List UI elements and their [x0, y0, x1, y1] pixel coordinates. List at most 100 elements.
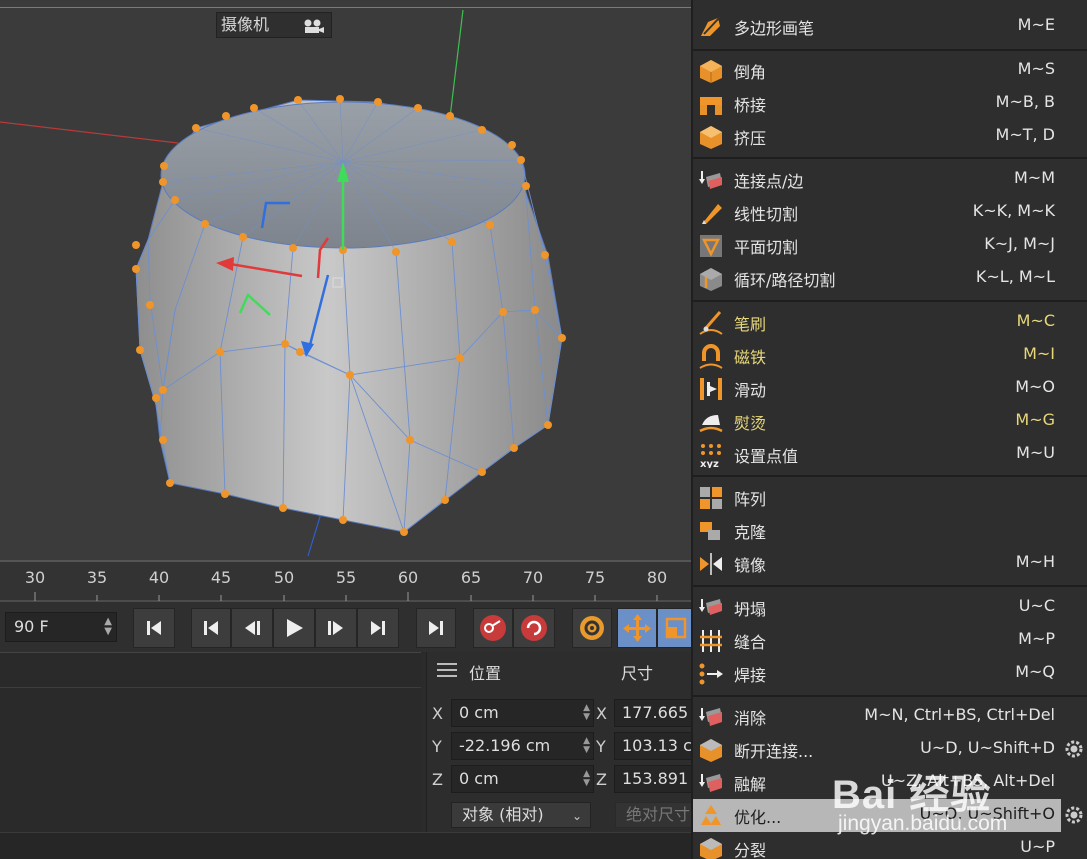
- menu-item-dissolve[interactable]: 消除 M~N, Ctrl+BS, Ctrl+Del: [693, 700, 1061, 733]
- menu-item-label: 镜像: [734, 556, 767, 575]
- position-x-field[interactable]: 0 cm ▲ ▼: [451, 699, 594, 727]
- menu-item-loop-path-cut[interactable]: 循环/路径切割 K~L, M~L: [693, 262, 1061, 295]
- current-frame-field[interactable]: 90 F ▲ ▼: [5, 612, 117, 642]
- melt-icon: [699, 774, 722, 792]
- menu-item-shortcut: U~D, U~Shift+D: [920, 738, 1055, 757]
- go-to-end-button[interactable]: [416, 608, 456, 648]
- frame-spinner-icon[interactable]: ▲ ▼: [104, 617, 112, 637]
- menu-item-polygon-pen[interactable]: 多边形画笔 M~E: [693, 10, 1061, 43]
- menu-item-label: 消除: [734, 709, 767, 728]
- go-to-start-button[interactable]: [133, 608, 175, 648]
- absolute-size-select[interactable]: 绝对尺寸: [615, 802, 695, 828]
- menu-item-slide[interactable]: 滑动 M~O: [693, 372, 1061, 405]
- menu-item-shortcut: M~U: [1016, 443, 1055, 462]
- status-bar: [0, 832, 693, 859]
- camera-menu[interactable]: 摄像机: [216, 12, 332, 38]
- bridge-icon: [700, 97, 722, 115]
- size-y-field[interactable]: 103.13 cm: [614, 732, 694, 760]
- menu-item-iron[interactable]: 熨烫 M~G: [693, 405, 1061, 438]
- menu-item-weld[interactable]: 焊接 M~Q: [693, 657, 1061, 690]
- 3d-viewport[interactable]: 摄像机: [0, 0, 693, 560]
- menu-item-plane-cut[interactable]: 平面切割 K~J, M~J: [693, 229, 1061, 262]
- menu-item-clone[interactable]: 克隆: [693, 514, 1061, 547]
- menu-item-label: 缝合: [734, 633, 767, 652]
- menu-item-stitch[interactable]: 缝合 M~P: [693, 624, 1061, 657]
- auto-key-button[interactable]: [513, 608, 555, 648]
- size-z-value: 153.891: [622, 769, 689, 788]
- timeline-ticks: [0, 592, 693, 602]
- viewport-scene[interactable]: [0, 0, 693, 560]
- timeline-label: 50: [273, 568, 295, 587]
- mesh-object[interactable]: [132, 95, 566, 536]
- position-y-field[interactable]: -22.196 cm ▲ ▼: [451, 732, 594, 760]
- menu-item-label: 阵列: [734, 490, 767, 509]
- menu-item-label: 设置点值: [734, 447, 799, 466]
- menu-item-shortcut: M~H: [1015, 552, 1055, 571]
- spinner-icon[interactable]: ▲ ▼: [583, 737, 590, 755]
- menu-item-connect-points-edges[interactable]: 连接点/边 M~M: [693, 163, 1061, 196]
- size-x-field[interactable]: 177.665: [614, 699, 694, 727]
- spinner-icon[interactable]: ▲ ▼: [583, 770, 590, 788]
- menu-item-array[interactable]: 阵列: [693, 481, 1061, 514]
- size-z-axis-label: Z: [596, 770, 607, 789]
- size-z-field[interactable]: 153.891: [614, 765, 694, 793]
- menu-item-label: 分裂: [734, 841, 767, 859]
- split-icon: [700, 838, 722, 859]
- timeline-ruler[interactable]: 30 35 40 45 50 55 60 65 70 75 80: [0, 560, 693, 602]
- timeline-label: 45: [210, 568, 232, 587]
- position-z-field[interactable]: 0 cm ▲ ▼: [451, 765, 594, 793]
- menu-item-bridge[interactable]: 桥接 M~B, B: [693, 87, 1061, 120]
- menu-item-label: 坍塌: [734, 600, 767, 619]
- camera-icon: [304, 19, 324, 33]
- menu-item-label: 滑动: [734, 381, 767, 400]
- coordinate-mode-value: 对象 (相对): [462, 805, 544, 824]
- timeline-label: 75: [584, 568, 606, 587]
- disconnect-options-gear-icon[interactable]: [1065, 740, 1083, 758]
- menu-item-label: 平面切割: [734, 238, 799, 257]
- menu-item-magnet[interactable]: 磁铁 M~I: [693, 339, 1061, 372]
- previous-key-button[interactable]: [191, 608, 231, 648]
- record-keys-button[interactable]: [473, 608, 513, 648]
- menu-item-melt[interactable]: 融解 U~Z, Alt+BS, Alt+Del: [693, 766, 1061, 799]
- spinner-icon[interactable]: ▲ ▼: [583, 704, 590, 722]
- move-mode-button[interactable]: [617, 608, 657, 648]
- menu-item-shortcut: K~L, M~L: [975, 267, 1055, 286]
- menu-item-shortcut: M~O: [1015, 377, 1055, 396]
- menu-item-optimize[interactable]: 优化... U~O, U~Shift+O: [693, 799, 1061, 832]
- menu-item-mirror[interactable]: 镜像 M~H: [693, 547, 1061, 580]
- disconnect-icon: [700, 739, 722, 762]
- camera-label-text: 摄像机: [221, 15, 270, 34]
- menu-item-label: 断开连接...: [734, 742, 814, 761]
- menu-item-extrude[interactable]: 挤压 M~T, D: [693, 120, 1061, 153]
- timeline-label: 30: [24, 568, 46, 587]
- key-settings-button[interactable]: [572, 608, 612, 648]
- set-point-value-icon: xyz: [700, 444, 721, 468]
- pos-x-axis-label: X: [432, 704, 443, 723]
- menu-item-set-point-value[interactable]: xyz 设置点值 M~U: [693, 438, 1061, 471]
- menu-item-line-cut[interactable]: 线性切割 K~K, M~K: [693, 196, 1061, 229]
- menu-item-collapse[interactable]: 坍塌 U~C: [693, 591, 1061, 624]
- menu-item-disconnect[interactable]: 断开连接... U~D, U~Shift+D: [693, 733, 1061, 766]
- play-button[interactable]: [273, 608, 315, 648]
- coordinate-mode-select[interactable]: 对象 (相对) ⌄: [451, 802, 591, 828]
- slide-icon: [700, 378, 722, 400]
- array-icon: [700, 487, 722, 509]
- pos-y-axis-label: Y: [432, 737, 442, 756]
- object-list-panel[interactable]: [0, 652, 421, 832]
- scale-mode-button[interactable]: [657, 608, 693, 648]
- mesh-tools-menu: 多边形画笔 M~E 倒角 M~S 桥接 M~B, B 挤压 M~T, D 连接点…: [691, 0, 1087, 859]
- panel-divider: [0, 687, 421, 688]
- next-key-button[interactable]: [357, 608, 399, 648]
- key-settings-gear-icon: [580, 616, 604, 640]
- menu-item-label: 循环/路径切割: [734, 271, 836, 290]
- next-frame-button[interactable]: [315, 608, 357, 648]
- optimize-options-gear-icon[interactable]: [1065, 806, 1083, 824]
- timeline-label: 70: [522, 568, 544, 587]
- menu-item-label: 桥接: [734, 96, 767, 115]
- menu-item-brush[interactable]: 笔刷 M~C: [693, 306, 1061, 339]
- previous-frame-button[interactable]: [231, 608, 273, 648]
- hamburger-menu-icon[interactable]: [437, 663, 457, 681]
- menu-item-split[interactable]: 分裂 U~P: [693, 832, 1061, 859]
- menu-item-bevel[interactable]: 倒角 M~S: [693, 54, 1061, 87]
- previous-frame-icon: [245, 621, 260, 635]
